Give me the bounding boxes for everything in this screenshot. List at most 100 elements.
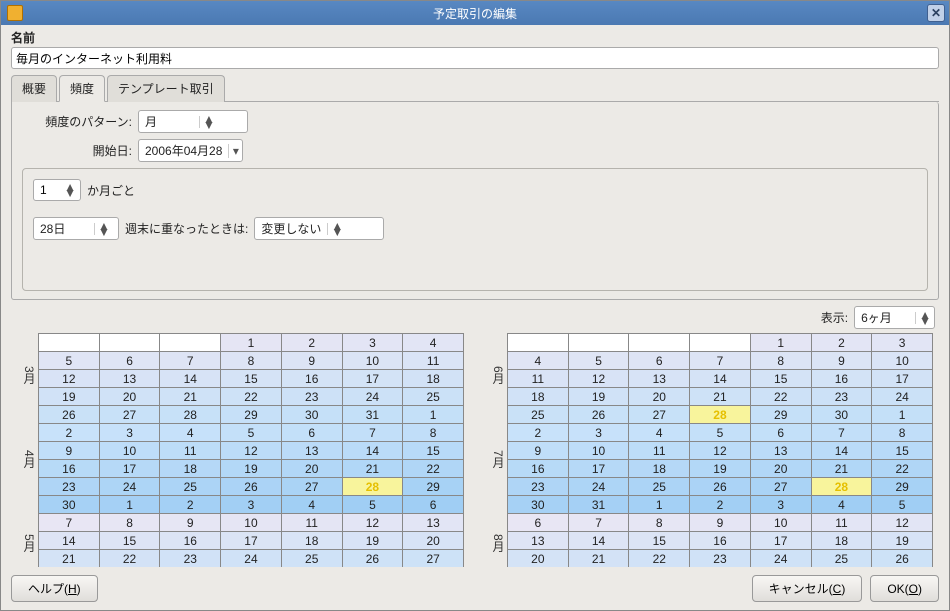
calendar-cell: 5 — [38, 352, 99, 370]
calendar-cell: 11 — [507, 370, 568, 388]
calendar-cell: 20 — [629, 388, 690, 406]
calendar-cell: 11 — [629, 442, 690, 460]
calendar-cell: 19 — [872, 532, 933, 550]
calendar-cell: 22 — [872, 460, 933, 478]
calendar-cell: 12 — [221, 442, 282, 460]
calendar-cell — [629, 334, 690, 352]
calendar-cell: 1 — [99, 496, 160, 514]
calendar-cell: 20 — [281, 460, 342, 478]
calendar-cell: 15 — [629, 532, 690, 550]
calendar-cell: 1 — [629, 496, 690, 514]
cancel-button[interactable]: キャンセル(C) — [752, 575, 863, 602]
calendar-cell: 23 — [38, 478, 99, 496]
weekend-select[interactable]: 変更しない ▲▼ — [254, 217, 384, 240]
calendar-cell: 30 — [811, 406, 872, 424]
calendar-cell: 25 — [811, 550, 872, 568]
calendar-cell: 12 — [690, 442, 751, 460]
calendar-cell: 27 — [403, 550, 464, 568]
calendar-cell: 4 — [403, 334, 464, 352]
calendar-cell — [160, 334, 221, 352]
calendar-cell: 8 — [99, 514, 160, 532]
calendar-cell: 17 — [750, 532, 811, 550]
calendar-cell: 13 — [507, 532, 568, 550]
display-range-select[interactable]: 6ヶ月 ▲▼ — [854, 306, 935, 329]
month-label: 3月 — [17, 366, 38, 385]
spin-arrows-icon: ▲▼ — [64, 184, 76, 196]
name-input[interactable] — [11, 47, 939, 69]
help-button[interactable]: ヘルプ(H) — [11, 575, 98, 602]
calendar-cell — [690, 334, 751, 352]
ok-button[interactable]: OK(O) — [870, 575, 939, 602]
calendar-cell: 23 — [690, 550, 751, 568]
calendar-cell: 13 — [403, 514, 464, 532]
every-n-spinner[interactable]: ▲▼ — [33, 179, 81, 201]
calendar-cell: 20 — [507, 550, 568, 568]
calendar-cell: 16 — [38, 460, 99, 478]
calendar-cell: 1 — [403, 406, 464, 424]
calendar-cell: 16 — [507, 460, 568, 478]
calendar-cell: 28 — [690, 406, 751, 424]
calendar-cell: 12 — [38, 370, 99, 388]
start-label: 開始日: — [22, 142, 132, 159]
calendar-cell: 11 — [160, 442, 221, 460]
calendar-cell: 2 — [38, 424, 99, 442]
calendar-cell: 7 — [568, 514, 629, 532]
calendar-cell: 25 — [507, 406, 568, 424]
calendar-cell: 8 — [629, 514, 690, 532]
calendar-cell: 16 — [690, 532, 751, 550]
calendar-cell: 13 — [99, 370, 160, 388]
calendar-cell: 12 — [872, 514, 933, 532]
day-select[interactable]: 28日 ▲▼ — [33, 217, 119, 240]
calendar-cell: 15 — [403, 442, 464, 460]
chevron-updown-icon: ▲▼ — [915, 312, 934, 324]
chevron-updown-icon: ▲▼ — [94, 223, 113, 235]
calendar-cell: 21 — [690, 388, 751, 406]
calendar-cell: 7 — [160, 352, 221, 370]
calendar-cell: 11 — [811, 514, 872, 532]
calendar-cell: 1 — [872, 406, 933, 424]
calendar-cell: 15 — [872, 442, 933, 460]
calendar-cell: 26 — [342, 550, 403, 568]
weekend-label: 週末に重なったときは: — [125, 220, 248, 237]
calendar-cell: 14 — [568, 532, 629, 550]
calendar-cell: 1 — [221, 334, 282, 352]
calendar-cell: 11 — [281, 514, 342, 532]
calendar-cell — [507, 334, 568, 352]
calendar-cell: 7 — [811, 424, 872, 442]
calendar-cell: 9 — [160, 514, 221, 532]
calendar-cell: 5 — [342, 496, 403, 514]
calendar-cell: 10 — [99, 442, 160, 460]
calendar-cell: 3 — [342, 334, 403, 352]
calendar-cell: 24 — [568, 478, 629, 496]
pattern-select[interactable]: 月 ▲▼ — [138, 110, 248, 133]
chevron-updown-icon: ▲▼ — [199, 116, 218, 128]
calendar-cell: 19 — [38, 388, 99, 406]
calendar-cell: 30 — [281, 406, 342, 424]
calendar-cell: 10 — [221, 514, 282, 532]
calendar-cell: 26 — [872, 550, 933, 568]
calendar-cell: 10 — [342, 352, 403, 370]
calendar-cell: 24 — [872, 388, 933, 406]
tab-template[interactable]: テンプレート取引 — [107, 75, 225, 102]
calendar-cell: 9 — [507, 442, 568, 460]
calendar-cell: 7 — [38, 514, 99, 532]
calendar-cell: 22 — [99, 550, 160, 568]
start-date-field[interactable]: 2006年04月28 ▾ — [138, 139, 243, 162]
calendar-cell: 15 — [99, 532, 160, 550]
calendar-cell: 6 — [629, 352, 690, 370]
window-title: 予定取引の編集 — [1, 5, 949, 22]
tab-frequency[interactable]: 頻度 — [59, 75, 105, 102]
calendar-cell: 5 — [221, 424, 282, 442]
calendar-cell: 21 — [811, 460, 872, 478]
calendar-cell: 4 — [629, 424, 690, 442]
calendar-right: 1234567891011121314151617181920212223242… — [507, 333, 933, 567]
calendar-cell: 4 — [281, 496, 342, 514]
calendar-cell: 27 — [750, 478, 811, 496]
calendar-cell: 28 — [811, 478, 872, 496]
calendar-cell: 19 — [690, 460, 751, 478]
tab-overview[interactable]: 概要 — [11, 75, 57, 102]
calendar-cell: 21 — [568, 550, 629, 568]
calendar-cell: 2 — [811, 334, 872, 352]
calendar-cell: 22 — [403, 460, 464, 478]
calendar-cell: 22 — [629, 550, 690, 568]
